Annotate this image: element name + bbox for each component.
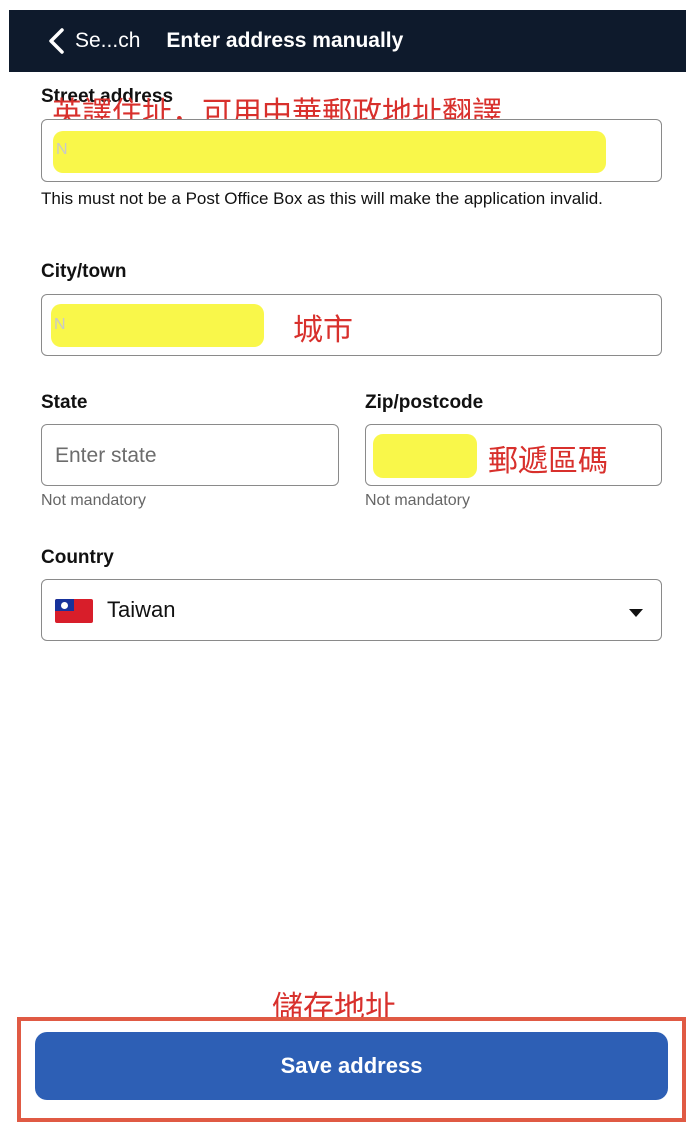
street-address-hint: This must not be a Post Office Box as th… bbox=[41, 189, 603, 208]
chevron-left-icon bbox=[49, 28, 64, 54]
city-value: N bbox=[54, 316, 66, 333]
save-address-button[interactable]: Save address bbox=[35, 1032, 668, 1100]
city-label: City/town bbox=[41, 261, 127, 282]
zip-annotation: 郵遞區碼 bbox=[488, 444, 608, 479]
page-title: Enter address manually bbox=[166, 29, 404, 52]
street-address-input[interactable]: N bbox=[41, 119, 662, 182]
save-address-button-label: Save address bbox=[280, 1053, 423, 1078]
state-label: State bbox=[41, 392, 88, 413]
taiwan-flag-icon bbox=[55, 599, 93, 623]
state-placeholder: Enter state bbox=[55, 444, 157, 467]
country-label: Country bbox=[41, 547, 114, 568]
zip-input[interactable]: 郵遞區碼 bbox=[365, 424, 662, 486]
zip-not-mandatory: Not mandatory bbox=[365, 492, 470, 509]
country-selected-value: Taiwan bbox=[107, 597, 176, 622]
street-address-value: N bbox=[56, 141, 68, 158]
state-not-mandatory: Not mandatory bbox=[41, 492, 146, 509]
country-select[interactable]: Taiwan bbox=[41, 579, 662, 641]
redaction-highlight bbox=[373, 434, 477, 478]
caret-down-icon bbox=[629, 609, 643, 617]
back-button[interactable]: Se...ch bbox=[47, 28, 140, 54]
header-bar: Se...ch Enter address manually bbox=[9, 10, 686, 72]
zip-label: Zip/postcode bbox=[365, 392, 484, 413]
state-input[interactable]: Enter state bbox=[41, 424, 339, 486]
redaction-highlight bbox=[53, 131, 606, 173]
city-annotation: 城市 bbox=[293, 313, 353, 348]
back-label: Se...ch bbox=[75, 29, 141, 52]
city-input[interactable]: N 城市 bbox=[41, 294, 662, 356]
redaction-highlight bbox=[51, 304, 264, 347]
